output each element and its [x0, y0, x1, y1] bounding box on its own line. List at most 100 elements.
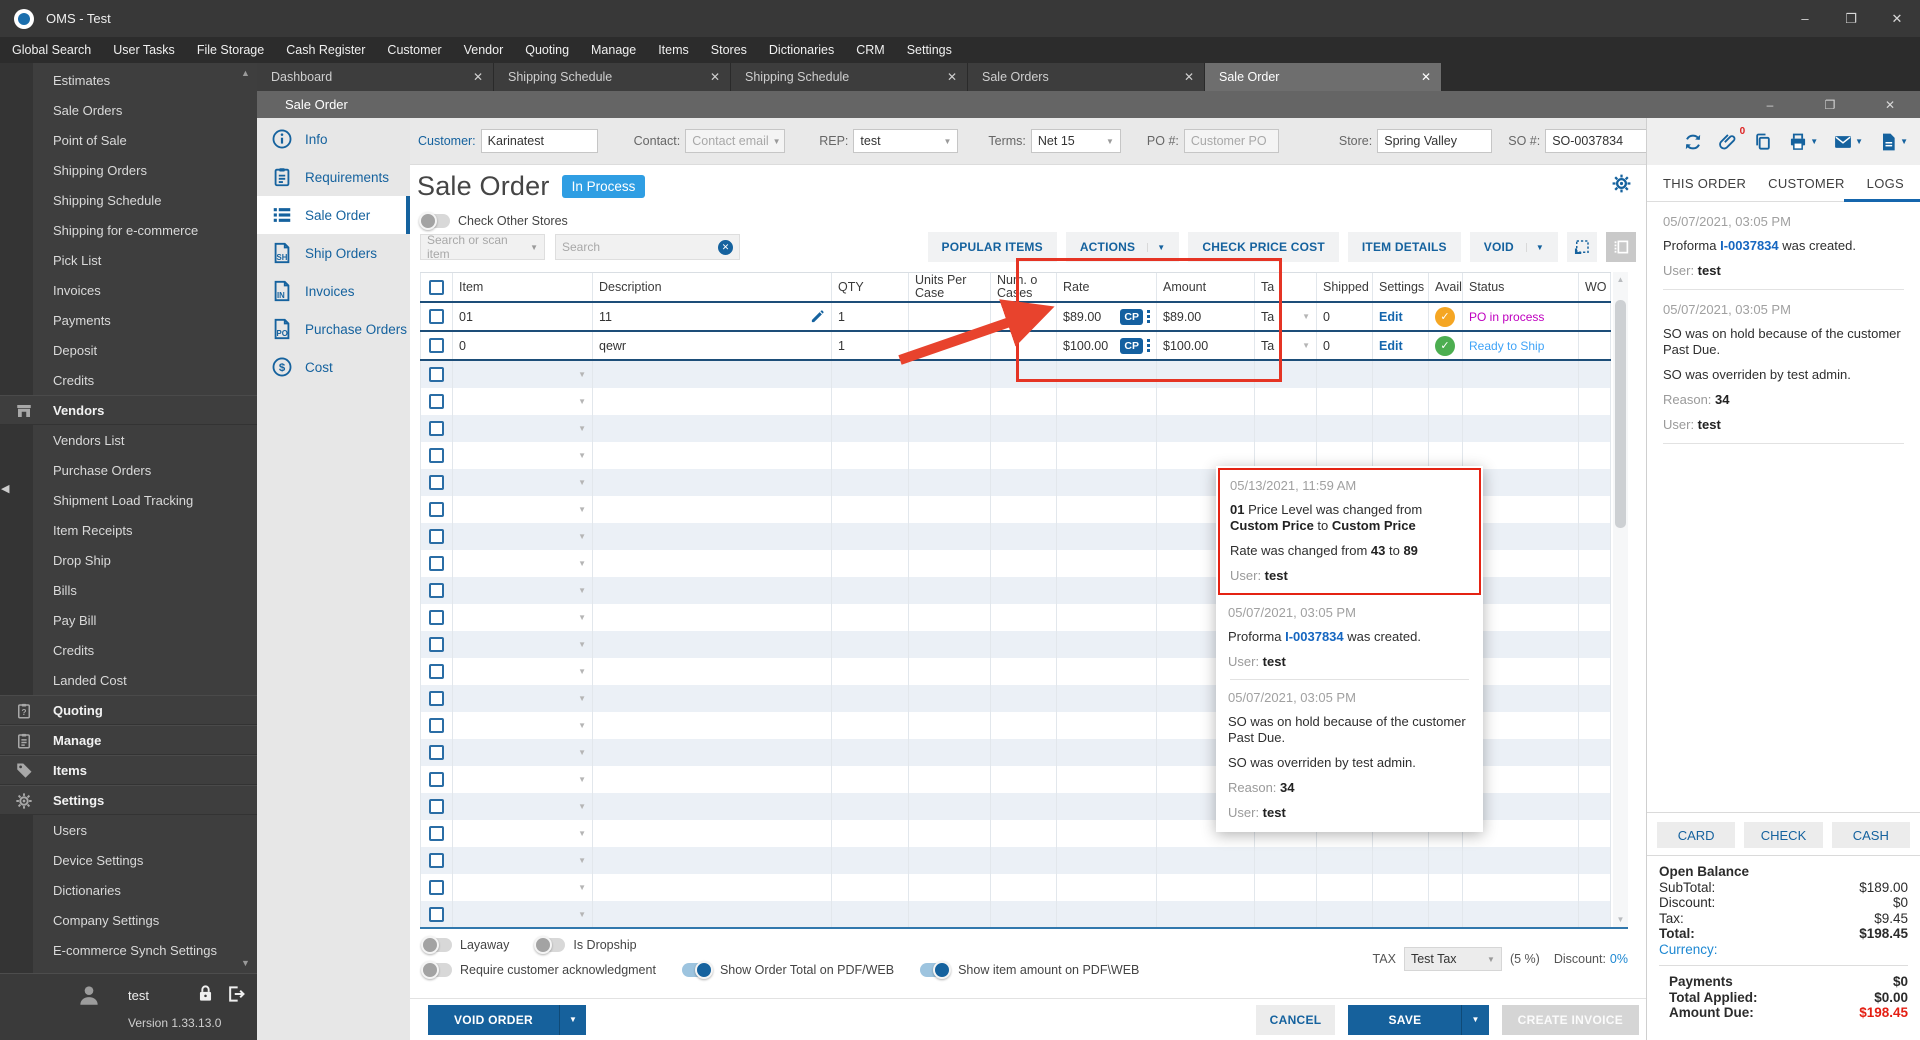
cell-item[interactable]: ▼	[453, 361, 593, 388]
item-select-chevron-icon[interactable]: ▼	[578, 775, 586, 784]
clear-search-icon[interactable]: ✕	[718, 239, 733, 255]
close-button[interactable]: ✕	[1874, 0, 1920, 37]
tab-close-icon[interactable]: ✕	[467, 70, 483, 84]
row-checkbox[interactable]	[429, 421, 444, 436]
sidebar-item-settings[interactable]: Settings	[0, 785, 257, 815]
row-checkbox[interactable]	[429, 529, 444, 544]
void-order-button[interactable]: VOID ORDER ▼	[428, 1004, 587, 1035]
sidebar-item-estimates[interactable]: Estimates	[0, 65, 257, 95]
restore-button[interactable]: ❐	[1828, 0, 1874, 37]
menu-item-manage[interactable]: Manage	[591, 43, 636, 57]
menu-item-quoting[interactable]: Quoting	[525, 43, 569, 57]
inner-minimize-button[interactable]: –	[1740, 91, 1800, 118]
tab-customer[interactable]: CUSTOMER	[1768, 176, 1845, 191]
cell-item[interactable]: ▼	[453, 685, 593, 712]
sidebar-item-pick-list[interactable]: Pick List	[0, 245, 257, 275]
dropdown-icon[interactable]: ▼	[1147, 242, 1165, 252]
item-select-chevron-icon[interactable]: ▼	[578, 802, 586, 811]
item-select-chevron-icon[interactable]: ▼	[578, 370, 586, 379]
store-input[interactable]: Spring Valley	[1377, 129, 1493, 153]
row-checkbox[interactable]	[429, 745, 444, 760]
sidebar-item-device-settings[interactable]: Device Settings	[0, 845, 257, 875]
row-checkbox[interactable]	[429, 367, 444, 382]
edit-description-pencil-icon[interactable]	[810, 309, 825, 324]
customer-input[interactable]: Karinatest	[480, 129, 598, 153]
item-select-chevron-icon[interactable]: ▼	[578, 559, 586, 568]
row-checkbox[interactable]	[429, 799, 444, 814]
cell-item[interactable]: ▼	[453, 523, 593, 550]
tab-this-order[interactable]: THIS ORDER	[1663, 176, 1746, 191]
item-select-chevron-icon[interactable]: ▼	[578, 640, 586, 649]
sidebar-item-purchase-orders[interactable]: Purchase Orders	[0, 455, 257, 485]
sidebar-item-drop-ship[interactable]: Drop Ship	[0, 545, 257, 575]
print-icon[interactable]: ▼	[1788, 132, 1818, 152]
pay-button-card[interactable]: CARD	[1657, 822, 1736, 848]
cell-item[interactable]: ▼	[453, 712, 593, 739]
save-dropdown-icon[interactable]: ▼	[1461, 1004, 1488, 1035]
menu-item-stores[interactable]: Stores	[711, 43, 747, 57]
check-other-stores-toggle[interactable]	[419, 212, 450, 230]
cell-item[interactable]: ▼	[453, 658, 593, 685]
nav-item-requirements[interactable]: Requirements	[257, 158, 410, 196]
item-select-chevron-icon[interactable]: ▼	[578, 478, 586, 487]
cell-status[interactable]: Ready to Ship	[1463, 332, 1579, 359]
tab-close-icon[interactable]: ✕	[704, 70, 720, 84]
cell-status[interactable]: PO in process	[1463, 303, 1579, 330]
so-number-input[interactable]: SO-0037834	[1545, 129, 1651, 153]
sidebar-item-deposit[interactable]: Deposit	[0, 335, 257, 365]
row-checkbox[interactable]	[429, 475, 444, 490]
cell-item[interactable]: ▼	[453, 820, 593, 847]
cell-item[interactable]: ▼	[453, 766, 593, 793]
menu-item-crm[interactable]: CRM	[856, 43, 884, 57]
menu-item-file-storage[interactable]: File Storage	[197, 43, 264, 57]
sidebar-item-shipping-orders[interactable]: Shipping Orders	[0, 155, 257, 185]
row-checkbox[interactable]	[429, 637, 444, 652]
row-checkbox[interactable]	[429, 907, 444, 922]
logout-icon[interactable]	[226, 984, 246, 1004]
select-all-checkbox[interactable]	[429, 279, 444, 295]
sidebar-item-vendors-list[interactable]: Vendors List	[0, 425, 257, 455]
sidebar-item-e-commerce-synch-settings[interactable]: E-commerce Synch Settings	[0, 935, 257, 965]
email-icon[interactable]: ▼	[1833, 132, 1863, 152]
rep-select[interactable]: test ▼	[853, 129, 959, 153]
sidebar-item-pay-bill[interactable]: Pay Bill	[0, 605, 257, 635]
item-select-chevron-icon[interactable]: ▼	[578, 451, 586, 460]
create-invoice-button[interactable]: CREATE INVOICE	[1501, 1004, 1639, 1035]
sidebar-item-sale-orders[interactable]: Sale Orders	[0, 95, 257, 125]
menu-item-global-search[interactable]: Global Search	[12, 43, 91, 57]
export-document-icon[interactable]: ▼	[1878, 132, 1908, 152]
sidebar-item-dictionaries[interactable]: Dictionaries	[0, 875, 257, 905]
menu-item-cash-register[interactable]: Cash Register	[286, 43, 365, 57]
sidebar-item-item-receipts[interactable]: Item Receipts	[0, 515, 257, 545]
sidebar-item-quoting[interactable]: ? Quoting	[0, 695, 257, 725]
item-select-chevron-icon[interactable]: ▼	[578, 829, 586, 838]
terms-select[interactable]: Net 15 ▼	[1030, 129, 1121, 153]
cell-item[interactable]: ▼	[453, 604, 593, 631]
item-select-chevron-icon[interactable]: ▼	[578, 586, 586, 595]
item-search-input[interactable]: Search ✕	[555, 234, 740, 260]
edit-row-link[interactable]: Edit	[1379, 310, 1403, 324]
discount-value[interactable]: 0%	[1610, 952, 1628, 966]
toggle-switch-layaway[interactable]	[421, 936, 452, 954]
row-checkbox[interactable]	[429, 556, 444, 571]
inner-restore-button[interactable]: ❐	[1800, 91, 1860, 118]
tab-close-icon[interactable]: ✕	[941, 70, 957, 84]
cell-item[interactable]: ▼	[453, 631, 593, 658]
menu-item-vendor[interactable]: Vendor	[464, 43, 504, 57]
sidebar-item-manage[interactable]: Manage	[0, 725, 257, 755]
item-select-chevron-icon[interactable]: ▼	[578, 721, 586, 730]
nav-item-ship-orders[interactable]: SH Ship Orders	[257, 234, 410, 272]
row-checkbox[interactable]	[429, 826, 444, 841]
row-checkbox[interactable]	[429, 718, 444, 733]
refresh-icon[interactable]	[1683, 132, 1703, 152]
item-select-chevron-icon[interactable]: ▼	[578, 532, 586, 541]
cell-item[interactable]: ▼	[453, 442, 593, 469]
nav-item-cost[interactable]: $ Cost	[257, 348, 410, 386]
side-panel-toggle-icon[interactable]	[1606, 232, 1636, 262]
pay-button-check[interactable]: CHECK	[1744, 822, 1823, 848]
sidebar-scroll-down-icon[interactable]: ▼	[241, 958, 250, 968]
tab-close-icon[interactable]: ✕	[1415, 70, 1431, 84]
cell-item[interactable]: ▼	[453, 739, 593, 766]
row-checkbox[interactable]	[429, 448, 444, 463]
row-checkbox[interactable]	[429, 664, 444, 679]
